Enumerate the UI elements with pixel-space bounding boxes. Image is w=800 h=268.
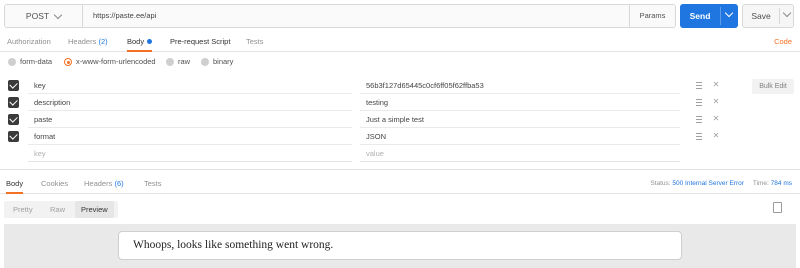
radio-binary[interactable]: binary	[201, 56, 233, 68]
radio-raw[interactable]: raw	[166, 56, 190, 68]
param-value-cell[interactable]: JSON	[360, 128, 680, 145]
checkbox-checked-icon[interactable]	[8, 114, 19, 125]
code-link[interactable]: Code	[774, 32, 792, 52]
delete-row-icon[interactable]: ✕	[711, 96, 721, 108]
response-view-modes: Pretty Raw Preview	[4, 201, 118, 218]
body-indicator-dot	[147, 39, 153, 45]
bulk-menu-icon[interactable]	[696, 133, 702, 140]
save-label: Save	[751, 11, 771, 21]
panel-divider[interactable]	[0, 169, 800, 170]
radio-raw-label: raw	[178, 57, 191, 66]
save-button[interactable]: Save	[742, 4, 794, 28]
radio-circle-icon	[201, 58, 209, 66]
checkbox-checked-icon[interactable]	[8, 97, 19, 108]
delete-row-icon[interactable]: ✕	[711, 79, 721, 91]
param-value-cell[interactable]: Just a simple test	[360, 111, 680, 128]
send-divider	[720, 7, 721, 25]
status-value[interactable]: 500 Internal Server Error	[672, 180, 744, 187]
view-pretty-button[interactable]: Pretty	[13, 201, 33, 218]
method-select[interactable]: POST	[5, 5, 83, 27]
param-key-cell[interactable]: paste	[28, 111, 352, 128]
param-key-cell[interactable]: format	[28, 128, 352, 145]
table-row: key 56b3f127d65445c0cf6ff05f62ffba53 ✕	[4, 77, 724, 94]
new-key-input[interactable]: key	[28, 145, 352, 162]
response-tab-body[interactable]: Body	[6, 174, 24, 194]
radio-x-www-form-urlencoded[interactable]: x-www-form-urlencoded	[64, 56, 156, 68]
view-raw-button[interactable]: Raw	[50, 201, 65, 218]
tab-headers[interactable]: Headers (2)	[68, 32, 108, 52]
radio-binary-label: binary	[213, 57, 234, 66]
bulk-edit-button[interactable]: Bulk Edit	[752, 79, 794, 94]
response-tab-tests[interactable]: Tests	[144, 174, 162, 194]
radio-urlencoded-label: x-www-form-urlencoded	[76, 57, 156, 66]
table-row: format JSON ✕	[4, 128, 724, 145]
time-value[interactable]: 784 ms	[771, 180, 792, 187]
tab-authorization[interactable]: Authorization	[7, 32, 51, 52]
checkbox-checked-icon[interactable]	[8, 80, 19, 91]
request-tabs: Authorization Headers (2) Body Pre-reque…	[0, 32, 800, 52]
checkbox-checked-icon[interactable]	[8, 131, 19, 142]
radio-form-data-label: form-data	[20, 57, 53, 66]
copy-icon[interactable]	[770, 202, 782, 218]
request-url-bar: POST https://paste.ee/api Params	[4, 4, 676, 28]
send-label: Send	[689, 11, 711, 21]
body-type-radio-group: form-data x-www-form-urlencoded raw bina…	[0, 56, 400, 68]
send-options-chevron-icon[interactable]	[724, 8, 734, 18]
radio-form-data[interactable]: form-data	[8, 56, 52, 68]
chevron-down-icon	[53, 10, 63, 19]
params-button[interactable]: Params	[629, 5, 675, 27]
error-message-box: Whoops, looks like something went wrong.	[118, 231, 682, 260]
bulk-menu-icon[interactable]	[696, 99, 702, 106]
tab-body[interactable]: Body	[127, 32, 153, 52]
status-label: Status:	[650, 180, 671, 187]
response-tab-headers-count: (6)	[114, 179, 124, 188]
response-tab-headers[interactable]: Headers (6)	[84, 174, 124, 194]
bulk-menu-icon[interactable]	[696, 82, 702, 89]
save-divider	[779, 8, 780, 24]
bulk-menu-icon[interactable]	[696, 116, 702, 123]
response-tab-cookies[interactable]: Cookies	[41, 174, 68, 194]
new-value-input[interactable]: value	[360, 145, 680, 162]
response-tab-headers-label: Headers	[84, 179, 113, 188]
save-options-chevron-icon[interactable]	[782, 8, 792, 18]
url-input[interactable]: https://paste.ee/api	[93, 5, 156, 27]
tab-headers-count: (2)	[98, 37, 108, 46]
tab-headers-label: Headers	[68, 37, 97, 46]
radio-circle-icon	[166, 58, 174, 66]
param-key-cell[interactable]: key	[28, 77, 352, 94]
radio-circle-icon	[8, 58, 16, 66]
method-label: POST	[25, 11, 50, 21]
radio-selected-icon	[64, 58, 72, 66]
table-row: paste Just a simple test ✕	[4, 111, 724, 128]
param-value-cell[interactable]: testing	[360, 94, 680, 111]
response-preview-pane: Whoops, looks like something went wrong.	[4, 224, 796, 268]
send-button[interactable]: Send	[680, 4, 738, 28]
param-value-cell[interactable]: 56b3f127d65445c0cf6ff05f62ffba53	[360, 77, 680, 94]
tab-tests[interactable]: Tests	[246, 32, 264, 52]
param-key-cell[interactable]: description	[28, 94, 352, 111]
new-param-row: key value	[4, 145, 724, 162]
delete-row-icon[interactable]: ✕	[711, 130, 721, 142]
tab-prerequest-script[interactable]: Pre-request Script	[170, 32, 230, 52]
response-status: Status: 500 Internal Server Error Time: …	[650, 174, 792, 194]
table-row: description testing ✕	[4, 94, 724, 111]
view-preview-button[interactable]: Preview	[75, 201, 114, 218]
tab-body-label: Body	[127, 37, 145, 46]
response-tabs: Body Cookies Headers (6) Tests Status: 5…	[0, 174, 800, 194]
time-label: Time:	[752, 180, 769, 187]
delete-row-icon[interactable]: ✕	[711, 113, 721, 125]
